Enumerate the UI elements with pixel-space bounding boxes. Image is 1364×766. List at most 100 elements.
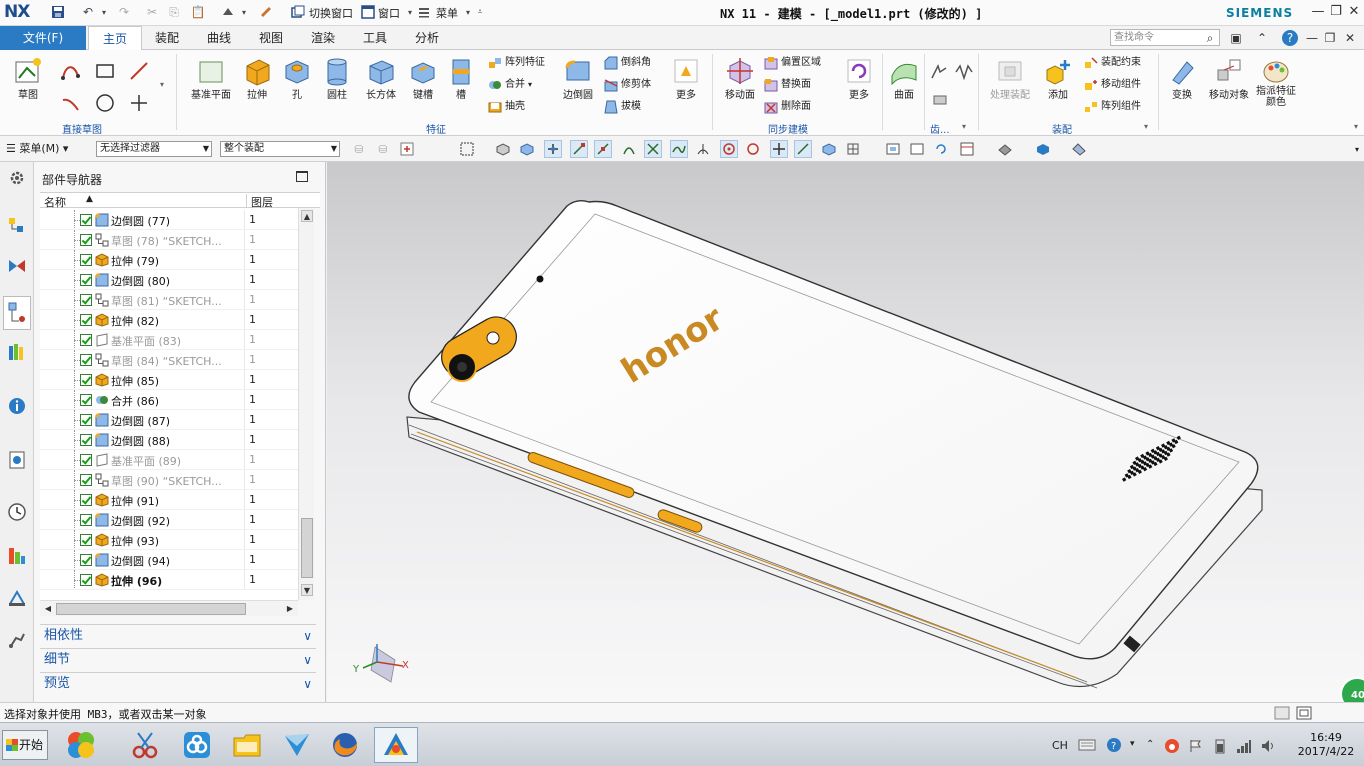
details-panel[interactable]: 细节 ∨ — [40, 648, 316, 670]
slot-button[interactable]: 槽 — [446, 56, 476, 101]
snap-intersection-icon[interactable] — [644, 140, 662, 158]
offset-region-button[interactable]: 偏置区域 — [764, 54, 821, 72]
rectangle-icon[interactable] — [94, 60, 116, 82]
move-face-button[interactable]: 移动面 — [720, 56, 760, 101]
snap-point-on-face-icon[interactable] — [820, 140, 838, 158]
gear-tool-icon[interactable] — [930, 64, 950, 80]
process-studio-icon[interactable] — [5, 586, 29, 610]
part-navigator-icon[interactable] — [3, 296, 31, 330]
visibility-checkbox[interactable] — [80, 394, 92, 406]
process-assembly-button[interactable]: 处理装配 — [984, 56, 1036, 101]
gear-more-icon[interactable]: ▾ — [962, 122, 966, 131]
undo-dropdown-icon[interactable]: ▾ — [96, 4, 112, 20]
tree-row[interactable]: 草图 (90) “SKETCH... 1 — [40, 470, 306, 490]
minimize-button[interactable]: — — [1310, 4, 1326, 20]
restore-button[interactable]: ❐ — [1328, 4, 1344, 20]
customize-quick-access-icon[interactable]: ⩡ — [472, 4, 488, 20]
feature-more-button[interactable]: 更多 — [668, 56, 704, 101]
visibility-checkbox[interactable] — [80, 214, 92, 226]
reset-filter-icon[interactable]: ⛁ — [374, 140, 392, 158]
snap-endpoint-icon[interactable] — [570, 140, 588, 158]
selection-scope-dropdown[interactable]: 整个装配 ▼ — [220, 141, 340, 157]
snap-control-point-icon[interactable] — [620, 140, 638, 158]
sketch-more-icon[interactable]: ▾ — [160, 80, 164, 89]
graphics-window[interactable]: honor X Y 40 — [327, 162, 1364, 702]
sync-more-button[interactable]: 更多 — [842, 56, 876, 101]
system-materials-icon[interactable] — [5, 544, 29, 568]
tree-row[interactable]: 基准平面 (83) 1 — [40, 330, 306, 350]
move-component-button[interactable]: 移动组件 — [1084, 76, 1141, 94]
collapse-ribbon-icon[interactable]: ⌃ — [1254, 30, 1270, 46]
scroll-down-icon[interactable]: ▼ — [301, 584, 313, 596]
visibility-checkbox[interactable] — [80, 354, 92, 366]
tree-row[interactable]: 边倒圆 (92) 1 — [40, 510, 306, 530]
visibility-checkbox[interactable] — [80, 474, 92, 486]
tab-tools[interactable]: 工具 — [354, 26, 396, 50]
scroll-left-icon[interactable]: ◀ — [42, 603, 54, 615]
scroll-thumb[interactable] — [301, 518, 313, 578]
zoom-icon[interactable] — [908, 140, 926, 158]
volume-icon[interactable] — [1260, 738, 1276, 754]
assembly-constraints-button[interactable]: 装配约束 — [1084, 54, 1141, 72]
point-icon[interactable] — [128, 92, 150, 114]
delete-face-button[interactable]: 删除面 — [764, 98, 811, 116]
tree-row[interactable]: 边倒圆 (80) 1 — [40, 270, 306, 290]
close-button[interactable]: ✕ — [1346, 4, 1362, 20]
edge-blend-button[interactable]: 边倒圆 — [558, 56, 598, 101]
tree-row[interactable]: 拉伸 (82) 1 — [40, 310, 306, 330]
filter-icon[interactable]: ⛁ — [350, 140, 368, 158]
snap-enable-icon[interactable] — [544, 140, 562, 158]
switch-window-button[interactable]: 切换窗口 — [309, 5, 353, 21]
repeat-dropdown-icon[interactable]: ▾ — [236, 4, 252, 20]
menu-dropdown[interactable]: ☰ 菜单(M) ▾ — [6, 140, 68, 156]
snap-curve-icon[interactable] — [670, 140, 688, 158]
extrude-button[interactable]: 拉伸 — [240, 56, 274, 101]
arc-icon[interactable] — [60, 92, 82, 114]
preview-panel[interactable]: 预览 ∨ — [40, 672, 316, 694]
snap-existing-point-icon[interactable] — [770, 140, 788, 158]
tab-render[interactable]: 渲染 — [302, 26, 344, 50]
type-filter-dropdown[interactable]: 无选择过滤器 ▼ — [96, 141, 212, 157]
firefox-icon[interactable] — [326, 727, 364, 763]
show-hidden-icons[interactable]: ⌃ — [1146, 739, 1154, 750]
pattern-feature-button[interactable]: 阵列特征 — [488, 54, 545, 72]
redo-icon[interactable]: ↷ — [116, 4, 132, 20]
information-icon[interactable] — [5, 394, 29, 418]
visibility-checkbox[interactable] — [80, 254, 92, 266]
hscroll-thumb[interactable] — [56, 603, 246, 615]
desktop-app-icon[interactable] — [62, 727, 100, 763]
assembly-navigator-icon[interactable] — [5, 214, 29, 238]
orient-view-icon[interactable] — [958, 140, 976, 158]
snap-tangent-icon[interactable] — [694, 140, 712, 158]
background-icon[interactable] — [1034, 140, 1052, 158]
tree-row[interactable]: 合并 (86) 1 — [40, 390, 306, 410]
trim-body-button[interactable]: 修剪体 — [604, 76, 651, 94]
menu-icon[interactable] — [416, 4, 432, 20]
menu-button[interactable]: 菜单 — [436, 5, 458, 21]
tree-row[interactable]: 边倒圆 (94) 1 — [40, 550, 306, 570]
tree-horizontal-scrollbar[interactable]: ◀ ▶ — [40, 600, 298, 616]
file-explorer-icon[interactable] — [228, 727, 266, 763]
visibility-checkbox[interactable] — [80, 294, 92, 306]
tree-row[interactable]: 边倒圆 (77) 1 — [40, 210, 306, 230]
work-layer-icon[interactable] — [1070, 140, 1088, 158]
visibility-checkbox[interactable] — [80, 274, 92, 286]
reuse-library-icon[interactable] — [5, 340, 29, 364]
tray-collapse-icon[interactable]: ▾ — [1130, 739, 1135, 749]
switch-window-icon[interactable] — [290, 4, 306, 20]
tab-analysis[interactable]: 分析 — [406, 26, 448, 50]
battery-icon[interactable] — [1212, 738, 1228, 754]
dependencies-panel[interactable]: 相依性 ∨ — [40, 624, 316, 646]
settings-gear-icon[interactable] — [5, 166, 29, 190]
nx-taskbar-icon[interactable] — [374, 727, 418, 763]
tab-view[interactable]: 视图 — [250, 26, 292, 50]
tree-row[interactable]: 草图 (84) “SKETCH... 1 — [40, 350, 306, 370]
undo-icon[interactable]: ↶ — [80, 4, 96, 20]
tree-row[interactable]: 草图 (78) “SKETCH... 1 — [40, 230, 306, 250]
shell-button[interactable]: 抽壳 — [488, 98, 525, 116]
save-icon[interactable] — [50, 4, 66, 20]
tree-row[interactable]: 拉伸 (93) 1 — [40, 530, 306, 550]
snap-midpoint-icon[interactable] — [594, 140, 612, 158]
copy-icon[interactable]: ⎘ — [166, 4, 182, 20]
scroll-up-icon[interactable]: ▲ — [301, 210, 313, 222]
